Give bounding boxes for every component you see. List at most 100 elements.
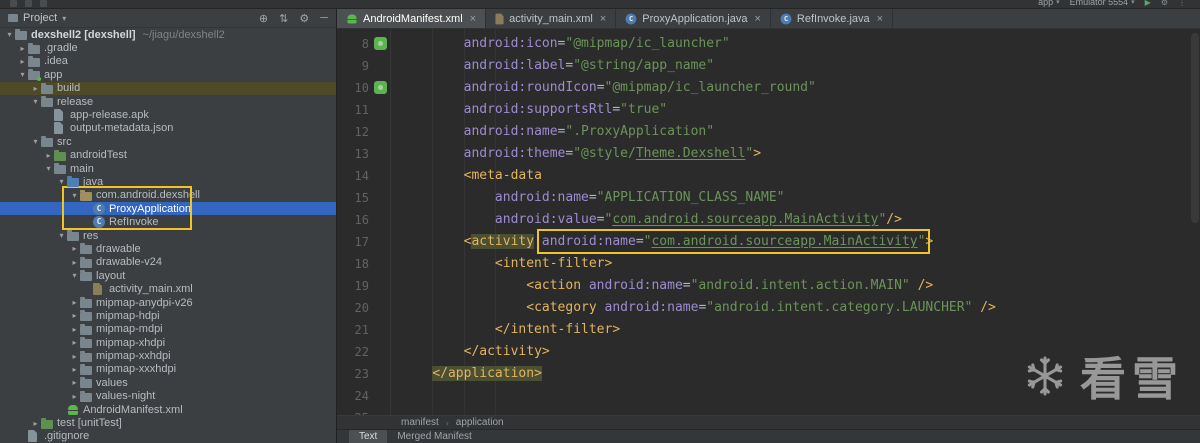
device-selector[interactable]: Emulator 5554 ▾ [1070, 0, 1135, 8]
tree-item-com-android-dexshell[interactable]: ▾ com.android.dexshell [0, 189, 336, 202]
editor-tab-androidmanifest-xml[interactable]: AndroidManifest.xml × [337, 9, 487, 28]
tab-close-icon[interactable]: × [600, 13, 606, 25]
editor-tab-refinvoke-java[interactable]: RefInvoke.java × [771, 9, 894, 28]
tree-item-mipmap-mdpi[interactable]: ▸ mipmap-mdpi [0, 323, 336, 336]
expand-arrow[interactable]: ▸ [30, 84, 41, 93]
code-line[interactable]: <meta-data [401, 165, 1200, 187]
expand-arrow[interactable]: ▸ [69, 352, 80, 361]
project-view-title[interactable]: Project [23, 12, 57, 24]
code-line[interactable] [401, 407, 1200, 415]
tab-close-icon[interactable]: × [877, 13, 883, 25]
tree-item-proxyapplication[interactable]: ProxyApplication [0, 202, 336, 216]
code-line[interactable]: android:icon="@mipmap/ic_launcher" [401, 33, 1200, 55]
code-line[interactable]: android:value="com.android.sourceapp.Mai… [401, 209, 1200, 231]
tree-item-values-night[interactable]: ▸ values-night [0, 390, 336, 403]
expand-arrow[interactable]: ▸ [30, 419, 41, 428]
expand-arrow[interactable]: ▸ [69, 325, 80, 334]
collapse-all-icon[interactable]: ⇅ [279, 12, 288, 25]
more-icon[interactable]: ⋮ [1178, 0, 1186, 8]
locate-file-icon[interactable]: ⊕ [259, 12, 268, 25]
expand-arrow[interactable]: ▾ [69, 191, 80, 200]
expand-arrow[interactable]: ▾ [69, 271, 80, 280]
expand-arrow[interactable]: ▸ [43, 151, 54, 160]
bottom-tab-text[interactable]: Text [349, 430, 388, 443]
tree-item-gitignore[interactable]: .gitignore [0, 430, 336, 443]
code-line[interactable]: <intent-filter> [401, 253, 1200, 275]
code-line[interactable]: </intent-filter> [401, 319, 1200, 341]
tree-item-build[interactable]: ▸ build [0, 81, 336, 95]
hide-panel-icon[interactable]: ─ [320, 12, 328, 25]
chevron-down-icon[interactable]: ▾ [62, 14, 66, 23]
expand-arrow[interactable]: ▾ [30, 97, 41, 106]
tree-item-androidtest[interactable]: ▸ androidTest [0, 149, 336, 162]
tree-item-app[interactable]: ▾ app [0, 68, 336, 82]
code-line[interactable]: android:name=".ProxyApplication" [401, 121, 1200, 143]
tree-item-release[interactable]: ▾ release [0, 95, 336, 108]
bottom-tab-merged-manifest[interactable]: Merged Manifest [387, 430, 481, 443]
menu-icon[interactable] [40, 0, 47, 7]
tab-close-icon[interactable]: × [754, 13, 760, 25]
tree-item-drawable-v24[interactable]: ▸ drawable-v24 [0, 256, 336, 269]
tree-item-drawable[interactable]: ▸ drawable [0, 242, 336, 255]
tree-item-output-metadata-json[interactable]: output-metadata.json [0, 122, 336, 135]
editor-tab-proxyapplication-java[interactable]: ProxyApplication.java × [616, 9, 771, 28]
code-line[interactable]: <category android:name="android.intent.c… [401, 297, 1200, 319]
tree-item-gradle[interactable]: ▸ .gradle [0, 41, 336, 54]
tree-item-androidmanifest-xml[interactable]: AndroidManifest.xml [0, 403, 336, 416]
code-line[interactable]: android:supportsRtl="true" [401, 99, 1200, 121]
expand-arrow[interactable]: ▾ [43, 164, 54, 173]
breadcrumb-item-manifest[interactable]: manifest [401, 417, 439, 428]
menu-icon[interactable] [25, 0, 32, 7]
code-line[interactable]: android:theme="@style/Theme.Dexshell"> [401, 143, 1200, 165]
tree-item-mipmap-xxhdpi[interactable]: ▸ mipmap-xxhdpi [0, 349, 336, 362]
code-line[interactable]: </activity> [401, 341, 1200, 363]
expand-arrow[interactable]: ▸ [17, 44, 28, 53]
run-config-selector[interactable]: app ▾ [1038, 0, 1060, 8]
expand-arrow[interactable]: ▸ [69, 311, 80, 320]
expand-arrow[interactable]: ▸ [69, 378, 80, 387]
tree-item-activity-main-xml[interactable]: activity_main.xml [0, 282, 336, 296]
editor-tab-activity-main-xml[interactable]: activity_main.xml × [486, 9, 617, 28]
code-line[interactable]: <activity android:name="com.android.sour… [401, 229, 1200, 254]
code-line[interactable]: android:label="@string/app_name" [401, 55, 1200, 77]
expand-arrow[interactable]: ▸ [69, 392, 80, 401]
menu-icon[interactable] [10, 0, 17, 7]
tree-item-refinvoke[interactable]: RefInvoke [0, 215, 336, 229]
tree-item-dexshell2-dexshell[interactable]: ▾ dexshell2 [dexshell] ~/jiagu/dexshell2 [0, 28, 336, 41]
code-line[interactable]: android:roundIcon="@mipmap/ic_launcher_r… [401, 77, 1200, 99]
tree-item-mipmap-xxxhdpi[interactable]: ▸ mipmap-xxxhdpi [0, 363, 336, 376]
expand-arrow[interactable]: ▸ [69, 338, 80, 347]
expand-arrow[interactable]: ▸ [69, 258, 80, 267]
run-button[interactable]: ▶ [1145, 0, 1151, 8]
tree-item-src[interactable]: ▾ src [0, 135, 336, 148]
code-line[interactable] [401, 385, 1200, 407]
expand-arrow[interactable]: ▾ [56, 231, 67, 240]
expand-arrow[interactable]: ▾ [17, 70, 28, 79]
expand-arrow[interactable]: ▸ [69, 298, 80, 307]
settings-gear-icon[interactable]: ⚙ [1161, 0, 1168, 8]
expand-arrow[interactable]: ▾ [30, 137, 41, 146]
tab-close-icon[interactable]: × [470, 13, 476, 25]
tree-item-mipmap-hdpi[interactable]: ▸ mipmap-hdpi [0, 309, 336, 322]
code-line[interactable]: <action android:name="android.intent.act… [401, 275, 1200, 297]
tree-item-values[interactable]: ▸ values [0, 376, 336, 389]
code-area[interactable]: android:icon="@mipmap/ic_launcher" andro… [391, 29, 1200, 415]
expand-arrow[interactable]: ▾ [56, 177, 67, 186]
tree-item-idea[interactable]: ▸ .idea [0, 55, 336, 68]
tree-item-res[interactable]: ▾ res [0, 229, 336, 242]
tree-item-layout[interactable]: ▾ layout [0, 269, 336, 282]
tree-item-mipmap-anydpi-v26[interactable]: ▸ mipmap-anydpi-v26 [0, 296, 336, 309]
expand-arrow[interactable]: ▸ [69, 244, 80, 253]
expand-arrow[interactable]: ▸ [69, 365, 80, 374]
tree-item-test-unittest[interactable]: ▸ test [unitTest] [0, 416, 336, 429]
tree-item-app-release-apk[interactable]: app-release.apk [0, 108, 336, 122]
code-line[interactable]: android:name="APPLICATION_CLASS_NAME" [401, 187, 1200, 209]
code-line[interactable]: </application> [401, 363, 1200, 385]
tree-item-java[interactable]: ▾ java [0, 175, 336, 188]
gear-icon[interactable]: ⚙ [299, 12, 309, 25]
breadcrumb-item-application[interactable]: application [456, 417, 504, 428]
tree-item-main[interactable]: ▾ main [0, 162, 336, 175]
tree-item-mipmap-xhdpi[interactable]: ▸ mipmap-xhdpi [0, 336, 336, 349]
expand-arrow[interactable]: ▾ [4, 30, 15, 39]
expand-arrow[interactable]: ▸ [17, 57, 28, 66]
